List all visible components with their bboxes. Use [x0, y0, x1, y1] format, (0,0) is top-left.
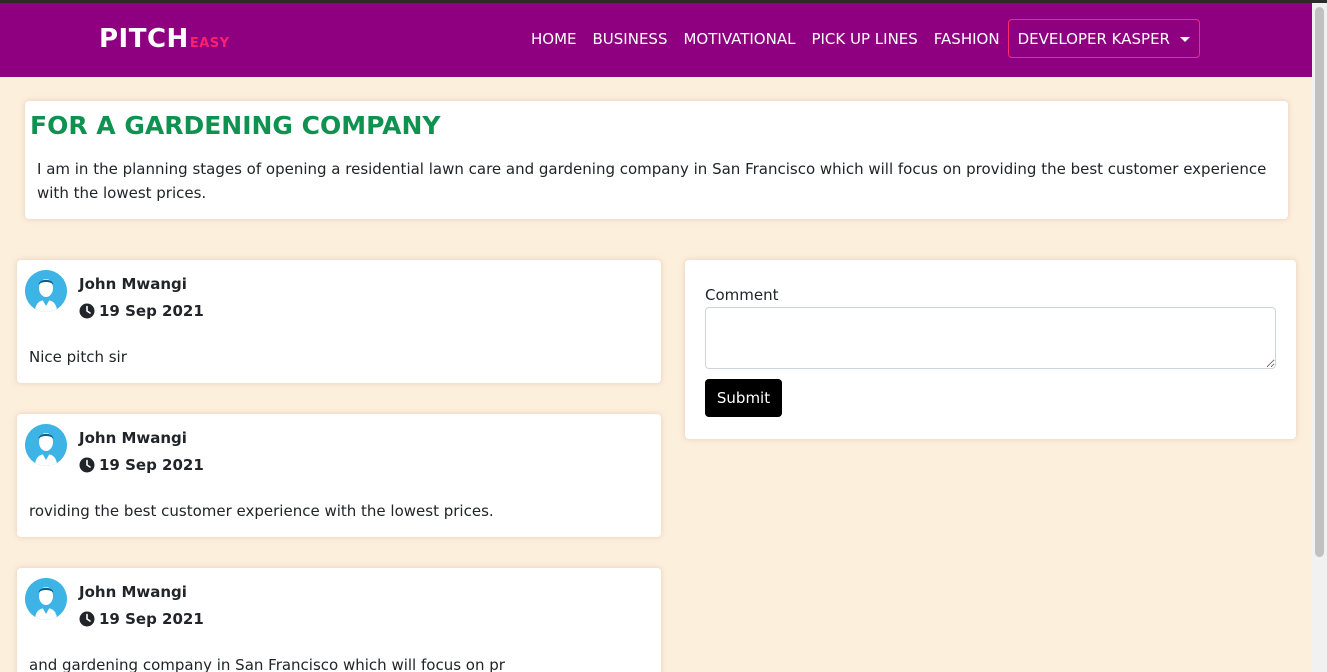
comment-author: John Mwangi	[79, 429, 187, 447]
comment-date-text: 19 Sep 2021	[99, 610, 204, 628]
nav-link-business[interactable]: BUSINESS	[585, 20, 676, 58]
avatar	[25, 270, 67, 312]
scrollbar[interactable]	[1312, 3, 1327, 672]
comment-date-text: 19 Sep 2021	[99, 456, 204, 474]
user-avatar-icon	[25, 270, 67, 312]
comment-author: John Mwangi	[79, 583, 187, 601]
pitch-description: I am in the planning stages of opening a…	[37, 160, 1267, 202]
comment-date: 19 Sep 2021	[79, 610, 204, 628]
comment-text: Nice pitch sir	[29, 348, 127, 366]
nav-link-home[interactable]: HOME	[523, 20, 585, 58]
caret-down-icon	[1179, 36, 1190, 42]
comment-form-card: Comment Submit	[685, 260, 1296, 439]
comment-textarea[interactable]	[705, 307, 1276, 369]
submit-button[interactable]: Submit	[705, 379, 782, 417]
clock-icon	[79, 611, 95, 627]
comment-date: 19 Sep 2021	[79, 302, 204, 320]
page: PITCHEASY HOME BUSINESS MOTIVATIONAL PIC…	[0, 0, 1327, 672]
comment-date: 19 Sep 2021	[79, 456, 204, 474]
navbar: PITCHEASY HOME BUSINESS MOTIVATIONAL PIC…	[0, 3, 1312, 77]
pitch-title: FOR A GARDENING COMPANY	[30, 111, 441, 140]
avatar	[25, 578, 67, 620]
brand-main-text: PITCH	[99, 24, 189, 54]
scrollbar-thumb[interactable]	[1315, 7, 1324, 557]
user-avatar-icon	[25, 424, 67, 466]
brand-logo[interactable]: PITCHEASY	[99, 24, 230, 54]
comment-author: John Mwangi	[79, 275, 187, 293]
comment-text: roviding the best customer experience wi…	[29, 502, 494, 520]
nav-link-pick-up-lines[interactable]: PICK UP LINES	[803, 20, 925, 58]
nav-links: HOME BUSINESS MOTIVATIONAL PICK UP LINES…	[523, 19, 1200, 58]
comment-card: John Mwangi 19 Sep 2021 and gardening co…	[17, 568, 661, 672]
user-menu-dropdown[interactable]: DEVELOPER KASPER	[1007, 19, 1200, 58]
user-avatar-icon	[25, 578, 67, 620]
nav-link-motivational[interactable]: MOTIVATIONAL	[675, 20, 803, 58]
comment-text: and gardening company in San Francisco w…	[29, 656, 505, 672]
user-menu-label: DEVELOPER KASPER	[1017, 30, 1170, 48]
clock-icon	[79, 303, 95, 319]
pitch-card: FOR A GARDENING COMPANY I am in the plan…	[25, 101, 1288, 219]
nav-link-fashion[interactable]: FASHION	[926, 20, 1008, 58]
comment-date-text: 19 Sep 2021	[99, 302, 204, 320]
clock-icon	[79, 457, 95, 473]
comment-field-label: Comment	[705, 286, 779, 304]
comment-card: John Mwangi 19 Sep 2021 roviding the bes…	[17, 414, 661, 537]
comment-card: John Mwangi 19 Sep 2021 Nice pitch sir	[17, 260, 661, 383]
brand-sub-text: EASY	[189, 36, 230, 51]
avatar	[25, 424, 67, 466]
